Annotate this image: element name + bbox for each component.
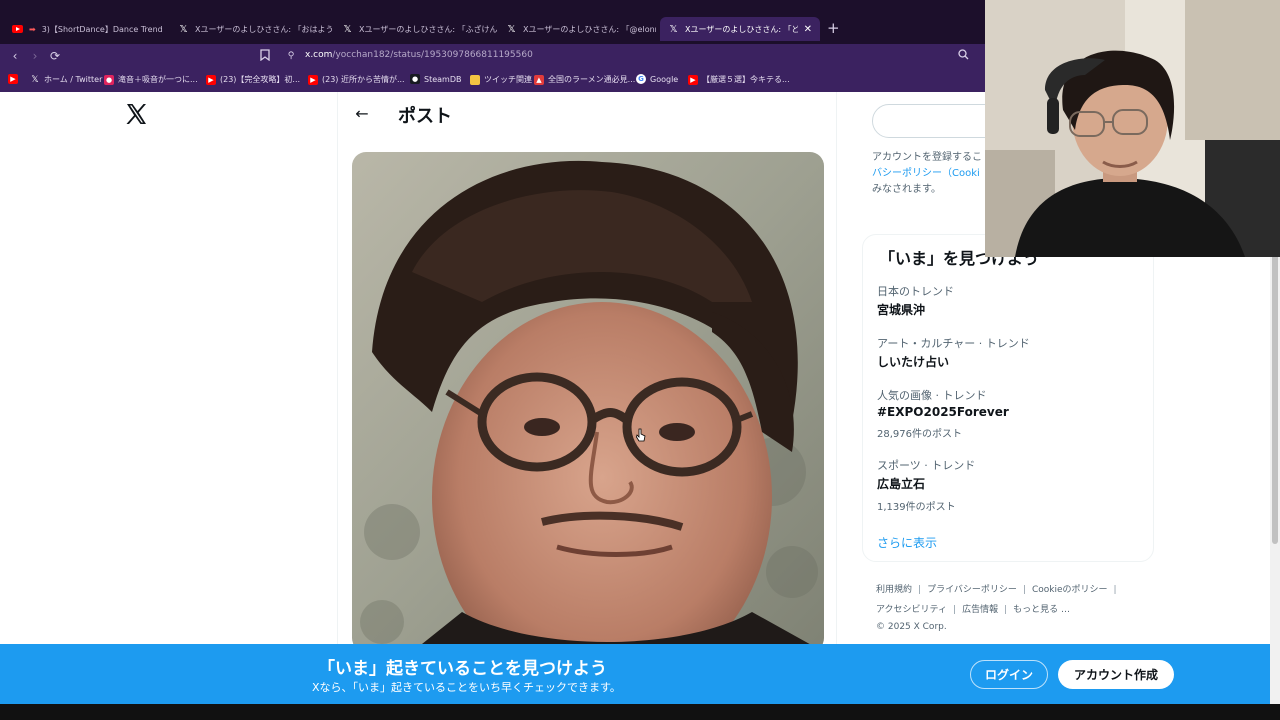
zoom-icon[interactable]: [956, 49, 970, 63]
tab-label: Xユーザーのよしひささん: 「ふざけんのも大概: [359, 24, 498, 34]
footer-link[interactable]: アクセシビリティ: [876, 605, 947, 615]
scrollbar-thumb[interactable]: [1272, 254, 1278, 544]
trend-context: 人気の画像 · トレンド: [877, 389, 987, 402]
forward-icon[interactable]: ›: [28, 49, 42, 63]
browser-tab[interactable]: ➡ 3)【ShortDance】Dance Trend: [4, 17, 170, 41]
folder-icon: [470, 74, 480, 85]
trend-item[interactable]: 日本のトレンド 宮城県沖: [877, 283, 954, 318]
youtube-icon: ▶: [8, 74, 18, 84]
bookmark-label: 滝音＋吸音が一つに...: [118, 75, 198, 84]
trend-item[interactable]: 人気の画像 · トレンド #EXPO2025Forever 28,976件のポス…: [877, 387, 1009, 440]
post-header: ← ポスト: [338, 92, 836, 136]
bookmark-label: (23) 近所から苦情が...: [322, 75, 405, 84]
bookmark-item[interactable]: G Google: [636, 74, 678, 84]
bookmark-label: ホーム / Twitter: [44, 75, 103, 84]
page-title: ポスト: [398, 106, 452, 127]
trend-item[interactable]: スポーツ · トレンド 広島立石 1,139件のポスト: [877, 457, 975, 513]
site-info-icon[interactable]: ⚲: [284, 49, 298, 63]
url-field[interactable]: x.com/yocchan182/status/1953097866811195…: [305, 50, 533, 60]
trend-context: アート・カルチャー · トレンド: [877, 337, 1030, 350]
youtube-icon: ▶: [688, 74, 698, 85]
webcam-overlay: [985, 0, 1280, 257]
trend-context: スポーツ · トレンド: [877, 459, 976, 472]
footer-link[interactable]: 利用規約: [876, 585, 912, 595]
footer-link[interactable]: 広告情報: [962, 605, 998, 615]
x-icon: 𝕏: [669, 23, 678, 35]
bookmark-item[interactable]: ▶ 【厳選５選】今キテる...: [688, 74, 790, 85]
bookmark-label: 【厳選５選】今キテる...: [702, 75, 790, 84]
youtube-icon: ▶: [206, 74, 216, 85]
trend-count: 1,139件のポスト: [877, 502, 956, 513]
bookmark-label: Google: [650, 74, 679, 84]
bookmark-label: ツイッチ関連: [484, 75, 532, 84]
show-more-link[interactable]: さらに表示: [877, 534, 937, 551]
browser-tab[interactable]: 𝕏 Xユーザーのよしひささん: 「@elonmusk お: [498, 17, 656, 41]
url-host: x.com: [305, 50, 333, 60]
browser-tab[interactable]: 𝕏 Xユーザーのよしひささん: 「ふざけんのも大概: [334, 17, 498, 41]
trend-context: 日本のトレンド: [877, 285, 954, 298]
footer-link[interactable]: Cookieのポリシー: [1032, 585, 1108, 595]
footer-links: 利用規約 | プライバシーポリシー | Cookieのポリシー | アクセシビリティ | 広告…: [876, 580, 1156, 634]
x-icon: 𝕏: [31, 74, 39, 85]
copyright: © 2025 X Corp.: [876, 622, 947, 632]
bookmark-label: (23)【完全攻略】初...: [220, 75, 301, 84]
bookmark-item[interactable]: 𝕏 ホーム / Twitter: [30, 74, 102, 85]
tab-label: Xユーザーのよしひささん: 「@elonmusk お: [523, 24, 656, 34]
trend-count: 28,976件のポスト: [877, 429, 962, 440]
browser-tab[interactable]: 𝕏 Xユーザーのよしひささん: 「おはようございま: [170, 17, 334, 41]
bookmark-item[interactable]: ● SteamDB: [410, 74, 461, 84]
x-logo-icon[interactable]: [124, 102, 148, 126]
main-column: ← ポスト: [337, 92, 837, 644]
bookmark-item[interactable]: ▲ 全国のラーメン通必見...: [534, 74, 635, 85]
trend-name: しいたけ占い: [877, 355, 950, 369]
signup-banner: 「いま」起きていることを見つけよう Xなら、「いま」起きていることをいち早くチェ…: [0, 644, 1270, 704]
trend-item[interactable]: アート・カルチャー · トレンド しいたけ占い: [877, 335, 1030, 370]
youtube-icon: [12, 24, 23, 35]
trend-name: #EXPO2025Forever: [877, 405, 1009, 419]
tab-label: Xユーザーのよしひささん: 「おはようございま: [195, 24, 334, 34]
bookmark-label: SteamDB: [424, 74, 462, 84]
trends-panel: 「いま」を見つけよう 日本のトレンド 宮城県沖 アート・カルチャー · トレンド…: [862, 234, 1154, 562]
x-icon: 𝕏: [179, 23, 188, 35]
back-arrow-icon[interactable]: ←: [352, 104, 372, 124]
taskbar-strip: [0, 704, 1280, 720]
tab-label: 3)【ShortDance】Dance Trend: [41, 24, 163, 34]
playing-icon: ➡: [29, 24, 36, 34]
reload-icon[interactable]: ⟳: [48, 49, 62, 63]
x-icon: 𝕏: [507, 23, 516, 35]
bookmark-item[interactable]: ▶: [8, 74, 18, 84]
post-image[interactable]: [352, 152, 824, 644]
mouse-cursor-icon: [636, 428, 646, 444]
bookmark-item[interactable]: ツイッチ関連: [470, 74, 532, 85]
new-tab-button[interactable]: +: [827, 20, 840, 36]
youtube-icon: ▶: [308, 74, 318, 85]
bookmark-icon: ●: [104, 74, 114, 85]
google-icon: G: [636, 74, 646, 84]
tab-label: Xユーザーのよしひささん: 「どんなに楽: [685, 24, 798, 34]
back-icon[interactable]: ‹: [8, 49, 22, 63]
trend-name: 宮城県沖: [877, 303, 926, 317]
footer-link[interactable]: もっと見る …: [1013, 605, 1070, 615]
close-icon[interactable]: ✕: [804, 24, 812, 35]
bookmark-item[interactable]: ▶ (23)【完全攻略】初...: [206, 74, 300, 85]
banner-subtitle: Xなら、「いま」起きていることをいち早くチェックできます。: [312, 681, 621, 694]
banner-title: 「いま」起きていることを見つけよう: [318, 659, 607, 679]
browser-tab-active[interactable]: 𝕏 Xユーザーのよしひささん: 「どんなに楽 ✕: [660, 17, 820, 41]
bookmark-item[interactable]: ● 滝音＋吸音が一つに...: [104, 74, 198, 85]
x-icon: 𝕏: [343, 23, 352, 35]
ramen-icon: ▲: [534, 74, 544, 85]
footer-link[interactable]: プライバシーポリシー: [927, 585, 1017, 595]
signup-button[interactable]: アカウント作成: [1058, 660, 1174, 689]
login-button[interactable]: ログイン: [970, 660, 1048, 689]
bookmark-icon[interactable]: [258, 49, 272, 63]
trend-name: 広島立石: [877, 477, 926, 491]
steam-icon: ●: [410, 74, 420, 84]
bookmark-label: 全国のラーメン通必見...: [548, 75, 636, 84]
url-path: /yocchan182/status/1953097866811195560: [332, 50, 533, 60]
bookmark-item[interactable]: ▶ (23) 近所から苦情が...: [308, 74, 405, 85]
